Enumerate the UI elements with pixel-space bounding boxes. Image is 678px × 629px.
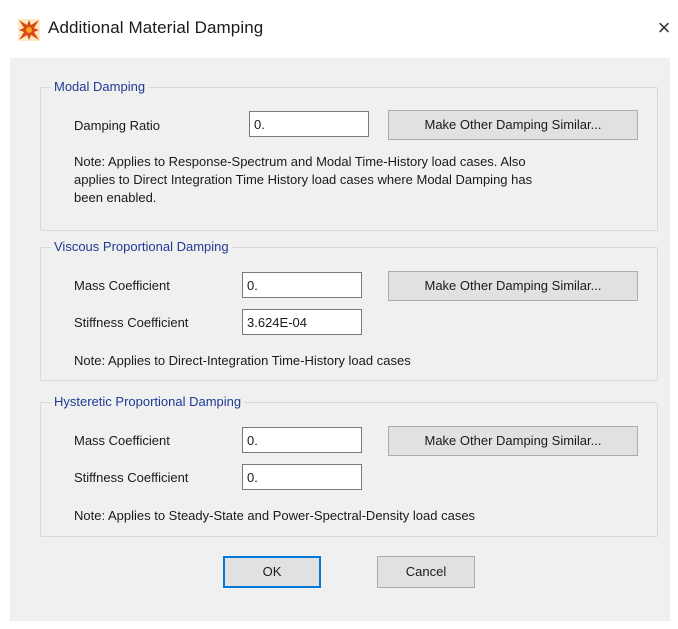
hysteretic-mass-label: Mass Coefficient: [74, 433, 170, 448]
viscous-mass-input[interactable]: [242, 272, 362, 298]
app-logo-icon: [18, 19, 40, 41]
title-bar: Additional Material Damping ×: [0, 0, 678, 58]
viscous-damping-group: Viscous Proportional Damping Mass Coeffi…: [40, 239, 658, 381]
modal-note-line2: applies to Direct Integration Time Histo…: [74, 172, 533, 187]
hysteretic-stiffness-label: Stiffness Coefficient: [74, 470, 189, 485]
modal-damping-title: Modal Damping: [51, 79, 149, 94]
viscous-note: Note: Applies to Direct-Integration Time…: [74, 353, 411, 368]
dialog-body: Modal Damping Damping Ratio Make Other D…: [10, 58, 670, 621]
damping-ratio-label: Damping Ratio: [74, 118, 160, 133]
viscous-stiffness-label: Stiffness Coefficient: [74, 315, 189, 330]
close-icon[interactable]: ×: [652, 14, 676, 42]
window-title: Additional Material Damping: [48, 18, 264, 37]
hysteretic-note: Note: Applies to Steady-State and Power-…: [74, 508, 476, 523]
cancel-button[interactable]: Cancel: [377, 556, 475, 588]
modal-make-similar-button[interactable]: Make Other Damping Similar...: [388, 110, 638, 140]
viscous-damping-title: Viscous Proportional Damping: [51, 239, 232, 254]
hysteretic-mass-input[interactable]: [242, 427, 362, 453]
modal-note-line3: been enabled.: [74, 190, 157, 205]
viscous-mass-label: Mass Coefficient: [74, 278, 170, 293]
modal-note-line1: Note: Applies to Response-Spectrum and M…: [74, 154, 526, 169]
hysteretic-make-similar-button[interactable]: Make Other Damping Similar...: [388, 426, 638, 456]
hysteretic-damping-title: Hysteretic Proportional Damping: [51, 394, 245, 409]
ok-button[interactable]: OK: [223, 556, 321, 588]
modal-damping-group: Modal Damping Damping Ratio Make Other D…: [40, 79, 658, 231]
modal-note: Note: Applies to Response-Spectrum and M…: [74, 153, 532, 207]
hysteretic-stiffness-input[interactable]: [242, 464, 362, 490]
viscous-make-similar-button[interactable]: Make Other Damping Similar...: [388, 271, 638, 301]
damping-ratio-input[interactable]: [249, 111, 369, 137]
viscous-stiffness-input[interactable]: [242, 309, 362, 335]
hysteretic-damping-group: Hysteretic Proportional Damping Mass Coe…: [40, 394, 658, 537]
